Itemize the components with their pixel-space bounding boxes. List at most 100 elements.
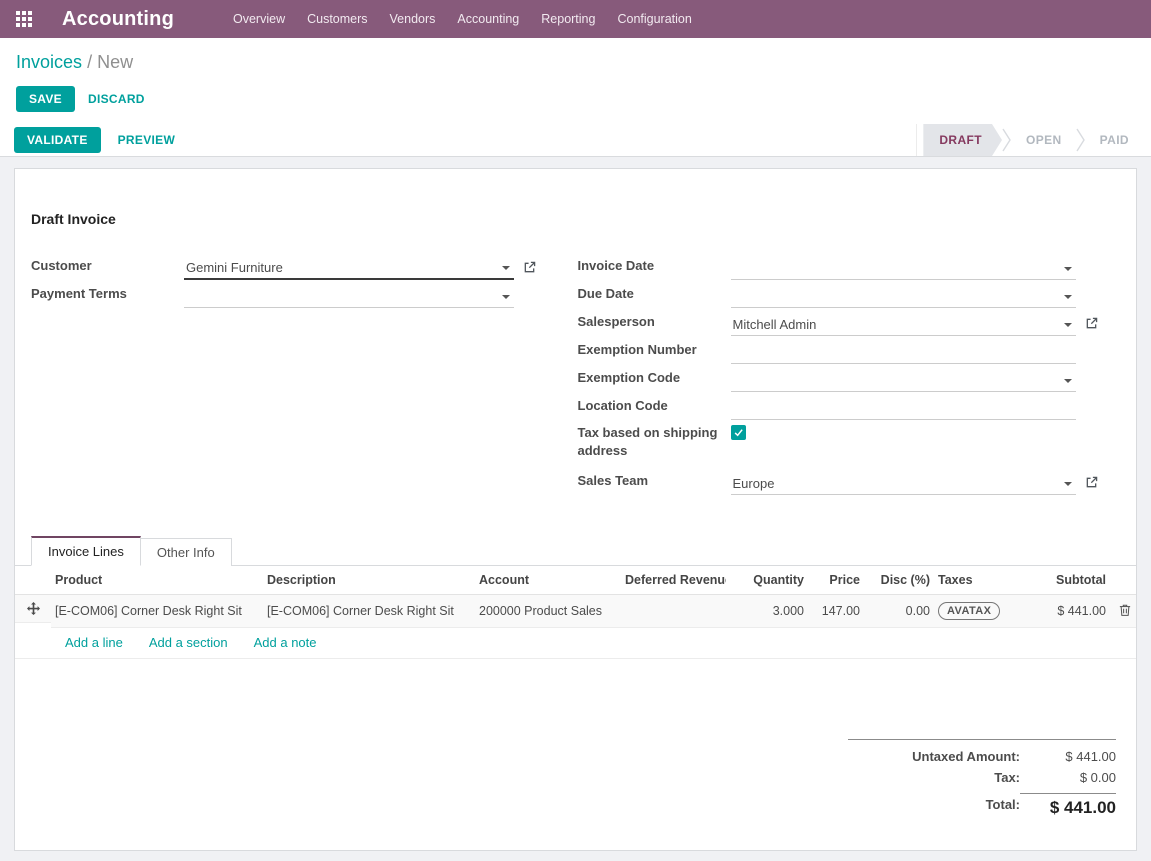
- add-note-link[interactable]: Add a note: [254, 635, 317, 650]
- payment-terms-label: Payment Terms: [31, 285, 184, 308]
- field-customer: Customer Gemini Furniture: [31, 253, 536, 280]
- status-draft[interactable]: DRAFT: [923, 124, 1002, 156]
- salesperson-value[interactable]: Mitchell Admin: [733, 317, 1061, 332]
- col-taxes: Taxes: [934, 566, 1026, 595]
- status-open[interactable]: OPEN: [1012, 124, 1076, 156]
- payment-terms-input[interactable]: [184, 283, 514, 308]
- field-exemption-number: Exemption Number: [578, 337, 1099, 364]
- invoice-line-row[interactable]: [E-COM06] Corner Desk Right Sit [E-COM06…: [15, 595, 1137, 628]
- chevron-down-icon[interactable]: [1064, 323, 1072, 327]
- exemption-code-label: Exemption Code: [578, 369, 731, 392]
- sales-team-label: Sales Team: [578, 472, 731, 495]
- invoice-date-label: Invoice Date: [578, 257, 731, 280]
- exemption-number-input[interactable]: [731, 339, 1077, 364]
- chevron-down-icon[interactable]: [502, 295, 510, 299]
- breadcrumb-separator: /: [87, 52, 92, 72]
- menu-reporting[interactable]: Reporting: [530, 0, 606, 38]
- app-title[interactable]: Accounting: [62, 8, 174, 31]
- total-value: $ 441.00: [1020, 793, 1116, 818]
- cell-account[interactable]: 200000 Product Sales: [475, 595, 621, 628]
- menu-vendors[interactable]: Vendors: [379, 0, 447, 38]
- status-paid[interactable]: PAID: [1086, 124, 1143, 156]
- customer-value[interactable]: Gemini Furniture: [186, 260, 498, 275]
- tax-shipping-checkbox[interactable]: [731, 425, 746, 440]
- form-statusbar: VALIDATE PREVIEW DRAFT OPEN PAID: [0, 124, 1151, 157]
- drag-handle-icon[interactable]: [15, 595, 51, 623]
- untaxed-amount-label: Untaxed Amount:: [912, 749, 1020, 764]
- breadcrumb-invoices[interactable]: Invoices: [16, 52, 82, 72]
- invoice-form-sheet: Draft Invoice Customer Gemini Furniture: [14, 168, 1137, 851]
- cell-deferred-revenue[interactable]: [621, 595, 726, 628]
- col-price: Price: [808, 566, 864, 595]
- cell-quantity[interactable]: 3.000: [726, 595, 808, 628]
- validate-button[interactable]: VALIDATE: [14, 127, 101, 153]
- external-link-icon[interactable]: [523, 261, 536, 277]
- breadcrumb-current: New: [97, 52, 133, 72]
- untaxed-amount-row: Untaxed Amount: $ 441.00: [848, 746, 1116, 767]
- location-code-input[interactable]: [731, 395, 1077, 420]
- apps-grid-icon[interactable]: [16, 11, 32, 27]
- chevron-down-icon[interactable]: [1064, 295, 1072, 299]
- due-date-label: Due Date: [578, 285, 731, 308]
- chevron-down-icon[interactable]: [502, 266, 510, 270]
- col-subtotal: Subtotal: [1026, 566, 1110, 595]
- tab-other-info[interactable]: Other Info: [141, 538, 232, 566]
- breadcrumb: Invoices / New: [16, 50, 1135, 74]
- cell-subtotal: $ 441.00: [1026, 595, 1110, 628]
- tax-badge[interactable]: AVATAX: [938, 602, 1000, 620]
- menu-configuration[interactable]: Configuration: [606, 0, 702, 38]
- cell-disc[interactable]: 0.00: [864, 595, 934, 628]
- tax-value: $ 0.00: [1020, 770, 1116, 785]
- table-header-row: Product Description Account Deferred Rev…: [15, 566, 1137, 595]
- top-navbar: Accounting Overview Customers Vendors Ac…: [0, 0, 1151, 38]
- menu-accounting[interactable]: Accounting: [446, 0, 530, 38]
- invoice-form: Customer Gemini Furniture Payment Terms: [31, 253, 1120, 496]
- sales-team-input[interactable]: Europe: [731, 470, 1077, 495]
- cell-description[interactable]: [E-COM06] Corner Desk Right Sit: [263, 595, 475, 628]
- menu-customers[interactable]: Customers: [296, 0, 378, 38]
- field-salesperson: Salesperson Mitchell Admin: [578, 309, 1099, 336]
- chevron-down-icon[interactable]: [1064, 379, 1072, 383]
- tax-label: Tax:: [994, 770, 1020, 785]
- invoice-lines-table: Product Description Account Deferred Rev…: [15, 566, 1137, 628]
- discard-button[interactable]: DISCARD: [75, 86, 158, 112]
- customer-input[interactable]: Gemini Furniture: [184, 255, 514, 280]
- tab-invoice-lines[interactable]: Invoice Lines: [31, 536, 141, 566]
- external-link-icon[interactable]: [1085, 317, 1098, 333]
- invoice-date-input[interactable]: [731, 255, 1077, 280]
- chevron-down-icon[interactable]: [1064, 267, 1072, 271]
- chevron-right-icon: [1002, 124, 1012, 156]
- menu-overview[interactable]: Overview: [222, 0, 296, 38]
- col-disc: Disc (%): [864, 566, 934, 595]
- location-code-label: Location Code: [578, 397, 731, 420]
- add-line-link[interactable]: Add a line: [65, 635, 123, 650]
- save-button[interactable]: SAVE: [16, 86, 75, 112]
- field-tax-shipping: Tax based on shipping address: [578, 421, 1099, 467]
- col-description: Description: [263, 566, 475, 595]
- add-section-link[interactable]: Add a section: [149, 635, 228, 650]
- control-panel: Invoices / New SAVE DISCARD: [0, 38, 1151, 124]
- delete-line-button[interactable]: [1119, 603, 1131, 620]
- preview-button[interactable]: PREVIEW: [105, 127, 188, 153]
- field-due-date: Due Date: [578, 281, 1099, 308]
- col-deferred-revenue: Deferred Revenue: [621, 566, 726, 595]
- exemption-number-label: Exemption Number: [578, 341, 731, 364]
- total-row: Total: $ 441.00: [848, 788, 1116, 821]
- field-payment-terms: Payment Terms: [31, 281, 536, 308]
- due-date-input[interactable]: [731, 283, 1077, 308]
- salesperson-label: Salesperson: [578, 313, 731, 336]
- untaxed-amount-value: $ 441.00: [1020, 749, 1116, 764]
- main-menu: Overview Customers Vendors Accounting Re…: [222, 0, 703, 38]
- external-link-icon[interactable]: [1085, 476, 1098, 492]
- totals-block: Untaxed Amount: $ 441.00 Tax: $ 0.00 Tot…: [848, 739, 1116, 821]
- cell-price[interactable]: 147.00: [808, 595, 864, 628]
- cell-product[interactable]: [E-COM06] Corner Desk Right Sit: [51, 595, 263, 628]
- status-pipeline: DRAFT OPEN PAID: [916, 124, 1143, 156]
- document-state-title: Draft Invoice: [31, 211, 1120, 227]
- chevron-down-icon[interactable]: [1064, 482, 1072, 486]
- sales-team-value[interactable]: Europe: [733, 476, 1061, 491]
- field-exemption-code: Exemption Code: [578, 365, 1099, 392]
- col-account: Account: [475, 566, 621, 595]
- salesperson-input[interactable]: Mitchell Admin: [731, 311, 1077, 336]
- exemption-code-input[interactable]: [731, 367, 1077, 392]
